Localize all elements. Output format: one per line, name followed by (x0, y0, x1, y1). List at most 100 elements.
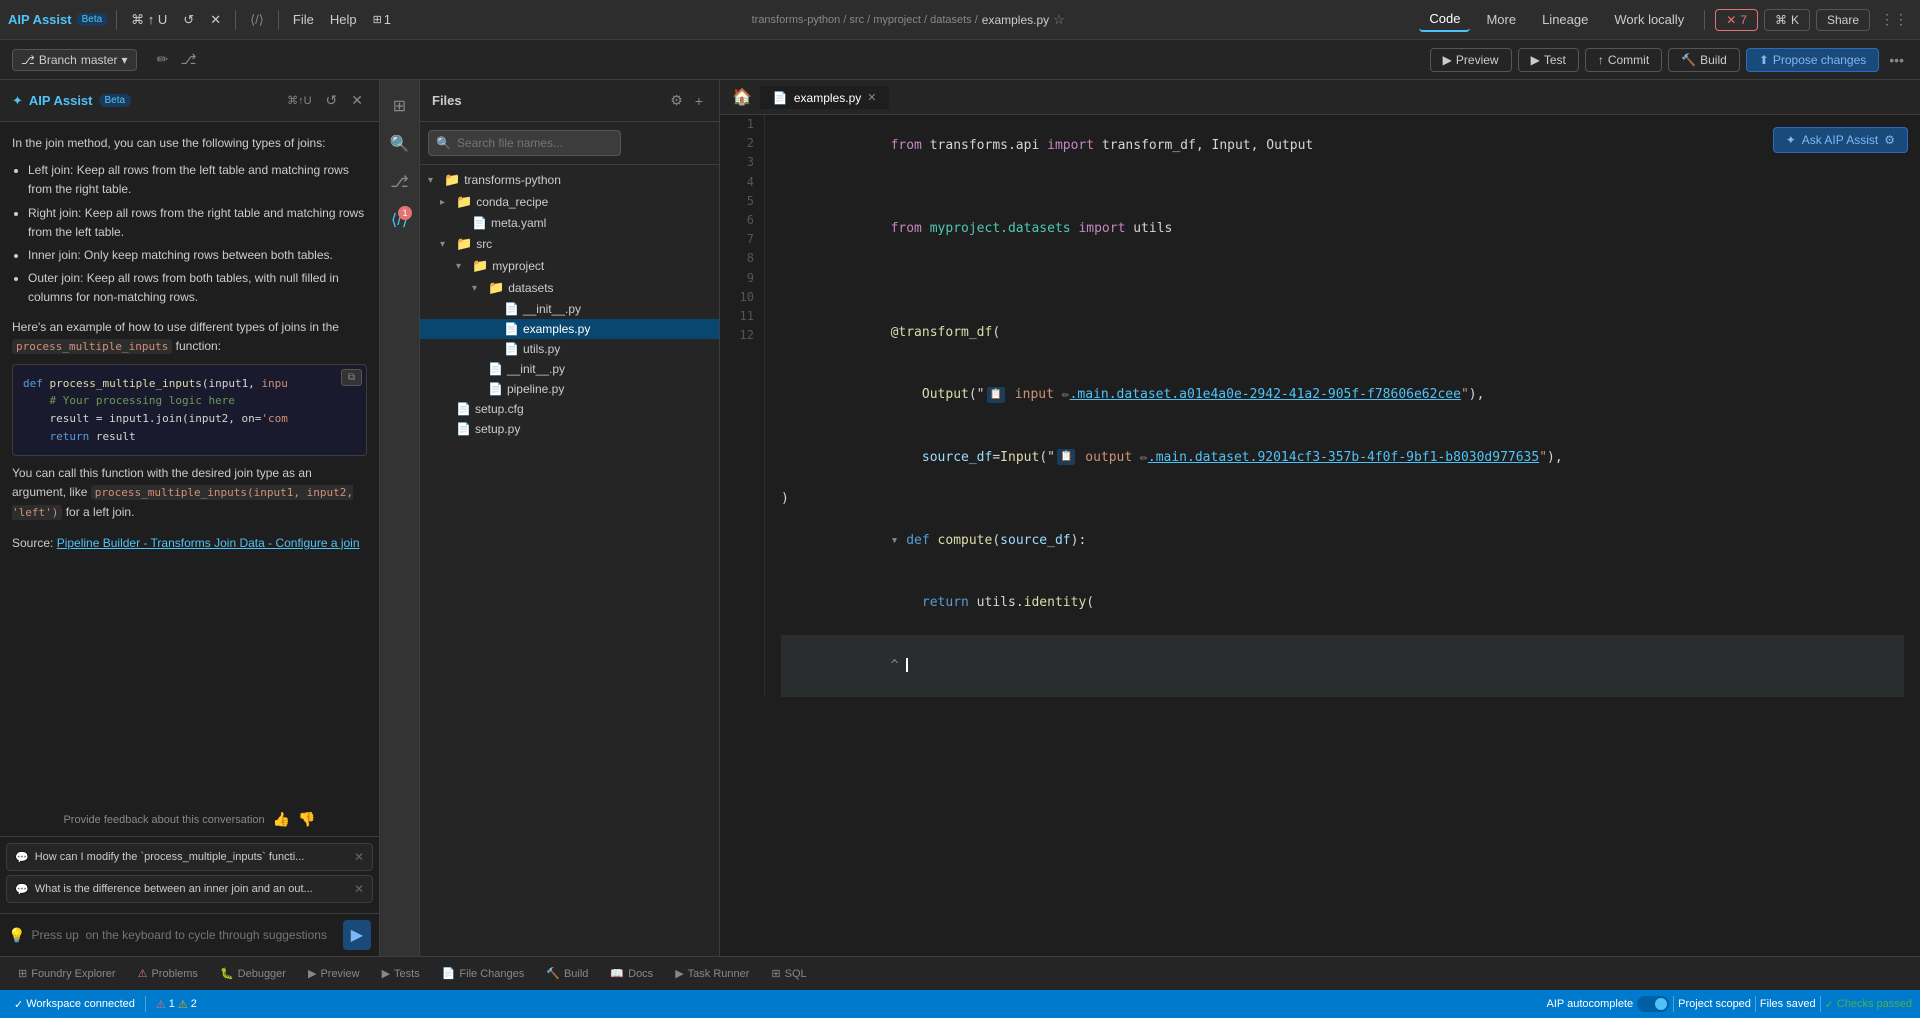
git-icon-button[interactable]: ⎇ (176, 47, 200, 72)
suggestion-close-1[interactable]: ✕ (354, 850, 364, 864)
line-numbers: 1 2 3 4 5 6 7 8 9 10 11 12 (720, 115, 765, 697)
thumbs-up-button[interactable]: 👍 (273, 811, 290, 828)
more-options-button[interactable]: ⋮⋮ (1876, 7, 1912, 32)
branch-selector[interactable]: ⎇ Branch master ▾ (12, 49, 137, 71)
more-second-nav-button[interactable]: ••• (1885, 48, 1908, 72)
aip-close-button[interactable]: ✕ (347, 88, 367, 113)
preview-button[interactable]: ▶ Preview (1430, 48, 1512, 72)
tree-folder-datasets[interactable]: ▾ 📁 datasets (420, 277, 719, 299)
tree-file-init-myproject[interactable]: 📄 __init__.py (420, 359, 719, 379)
code-panel-toggle[interactable]: ⟨/⟩ (244, 8, 270, 32)
aip-header-beta: Beta (99, 94, 132, 107)
tree-file-setup-cfg[interactable]: 📄 setup.cfg (420, 399, 719, 419)
file-settings-button[interactable]: ⚙ (666, 88, 687, 113)
file-menu[interactable]: File (287, 8, 320, 31)
aip-shortcut-display[interactable]: ⌘↑U (283, 88, 315, 113)
explorer-sidebar-icon[interactable]: ⊞ (385, 88, 414, 124)
tab-debugger[interactable]: 🐛 Debugger (210, 962, 296, 985)
editor-content[interactable]: 1 2 3 4 5 6 7 8 9 10 11 12 (720, 115, 1920, 697)
line-num-12: 12 (720, 326, 754, 345)
editor-tab-examples-py[interactable]: 📄 examples.py ✕ (760, 86, 890, 109)
tree-folder-transforms-python[interactable]: ▾ 📁 transforms-python (420, 169, 719, 191)
share-button[interactable]: Share (1816, 9, 1870, 31)
tab-worklocally[interactable]: Work locally (1604, 8, 1694, 31)
suggestion-1[interactable]: 💬 How can I modify the `process_multiple… (6, 843, 373, 871)
suggestion-close-2[interactable]: ✕ (354, 882, 364, 896)
workspace-connected[interactable]: ✓ Workspace connected (8, 998, 141, 1011)
commit-button[interactable]: ↑ Commit (1585, 48, 1662, 72)
file-panel-title: Files (432, 93, 666, 108)
tab-foundry-explorer[interactable]: ⊞ Foundry Explorer (8, 962, 126, 985)
tree-folder-src[interactable]: ▾ 📁 src (420, 233, 719, 255)
ask-aip-button[interactable]: ✦ Ask AIP Assist ⚙ (1773, 127, 1908, 153)
code-block: ⧉ def process_multiple_inputs(input1, in… (12, 364, 367, 456)
tree-folder-myproject[interactable]: ▾ 📁 myproject (420, 255, 719, 277)
debugger-icon: 🐛 (220, 967, 234, 980)
aip-header-title: AIP Assist (29, 93, 93, 108)
thumbs-down-button[interactable]: 👎 (298, 811, 315, 828)
bottom-panel-tabs: ⊞ Foundry Explorer ⚠ Problems 🐛 Debugger… (0, 956, 1920, 990)
star-icon[interactable]: ☆ (1053, 12, 1065, 28)
tab-file-changes[interactable]: 📄 File Changes (432, 962, 535, 985)
error-warning-count[interactable]: ⚠ 1 ⚠ 2 (150, 998, 203, 1011)
code-line-7: Output("📋 input ✏.main.dataset.a01e4a0e-… (781, 365, 1904, 427)
edit-pencil-button[interactable]: ✏ (153, 47, 173, 72)
tab-tests[interactable]: ▶ Tests (372, 962, 430, 985)
refresh-button[interactable]: ↺ (177, 8, 200, 32)
tree-file-setup-py[interactable]: 📄 setup.py (420, 419, 719, 439)
tab-lineage[interactable]: Lineage (1532, 8, 1598, 31)
close-panel-button[interactable]: ✕ (204, 8, 227, 32)
shortcut-display[interactable]: ⌘ ↑ U (125, 8, 173, 32)
tab-sql[interactable]: ⊞ SQL (761, 962, 816, 985)
nav-sep-1 (116, 10, 117, 30)
tab-close-button[interactable]: ✕ (867, 91, 876, 104)
workspace-count[interactable]: ⊞ 1 (367, 8, 397, 31)
git-sidebar-icon[interactable]: ⎇ (382, 164, 416, 200)
search-sidebar-icon[interactable]: 🔍 (382, 126, 418, 162)
connected-icon: ✓ (14, 998, 23, 1011)
code-line-4: return result (23, 428, 356, 446)
tree-folder-conda-recipe[interactable]: ▸ 📁 conda_recipe (420, 191, 719, 213)
chat-input[interactable] (31, 928, 336, 942)
file-add-button[interactable]: + (691, 88, 707, 113)
folder-icon: 📁 (488, 280, 504, 296)
file-search-input[interactable] (428, 130, 621, 156)
source-link[interactable]: Pipeline Builder - Transforms Join Data … (57, 536, 360, 550)
tree-file-examples-py[interactable]: 📄 examples.py ••• (420, 319, 719, 339)
tab-preview[interactable]: ▶ Preview (298, 962, 370, 985)
aip-refresh-button[interactable]: ↺ (322, 88, 342, 113)
tab-more[interactable]: More (1476, 8, 1526, 31)
code-line-12: ^ (781, 635, 1904, 697)
top-right-nav: Code More Lineage Work locally ✕ 7 ⌘ K S… (1419, 7, 1912, 32)
tab-problems[interactable]: ⚠ Problems (128, 962, 208, 985)
tree-item-label: src (476, 237, 492, 251)
tab-task-runner[interactable]: ▶ Task Runner (665, 962, 759, 985)
tree-file-init-datasets[interactable]: 📄 __init__.py (420, 299, 719, 319)
help-menu[interactable]: Help (324, 8, 363, 31)
send-button[interactable]: ▶ (343, 920, 371, 950)
autocomplete-toggle[interactable] (1637, 996, 1669, 1012)
tab-docs[interactable]: 📖 Docs (600, 962, 663, 985)
code-line-5 (781, 281, 1904, 302)
tree-item-label: setup.cfg (475, 402, 524, 416)
tab-build[interactable]: 🔨 Build (536, 962, 598, 985)
join-types-list: Left join: Keep all rows from the left t… (28, 161, 367, 307)
tree-item-label: datasets (508, 281, 553, 295)
tree-file-utils-py[interactable]: 📄 utils.py (420, 339, 719, 359)
copy-code-button[interactable]: ⧉ (341, 369, 362, 386)
line-num-3: 3 (720, 153, 754, 172)
propose-button[interactable]: ⬆ Propose changes (1746, 48, 1879, 72)
error-count-button[interactable]: ✕ 7 (1715, 9, 1758, 31)
k-shortcut-button[interactable]: ⌘ K (1764, 9, 1810, 31)
tree-file-pipeline-py[interactable]: 📄 pipeline.py (420, 379, 719, 399)
editor-wrapper: ✦ Ask AIP Assist ⚙ 1 2 3 4 5 6 7 8 9 (720, 115, 1920, 956)
tree-file-meta-yaml[interactable]: 📄 meta.yaml (420, 213, 719, 233)
tab-code[interactable]: Code (1419, 7, 1470, 32)
code-sidebar-icon[interactable]: ⟨/⟩ 1 (383, 202, 416, 238)
preview-icon: ▶ (1443, 53, 1452, 67)
home-tab[interactable]: 🏠 (724, 83, 760, 111)
build-button[interactable]: 🔨 Build (1668, 48, 1740, 72)
file-icon: 📄 (456, 402, 471, 416)
suggestion-2[interactable]: 💬 What is the difference between an inne… (6, 875, 373, 903)
test-button[interactable]: ▶ Test (1518, 48, 1579, 72)
